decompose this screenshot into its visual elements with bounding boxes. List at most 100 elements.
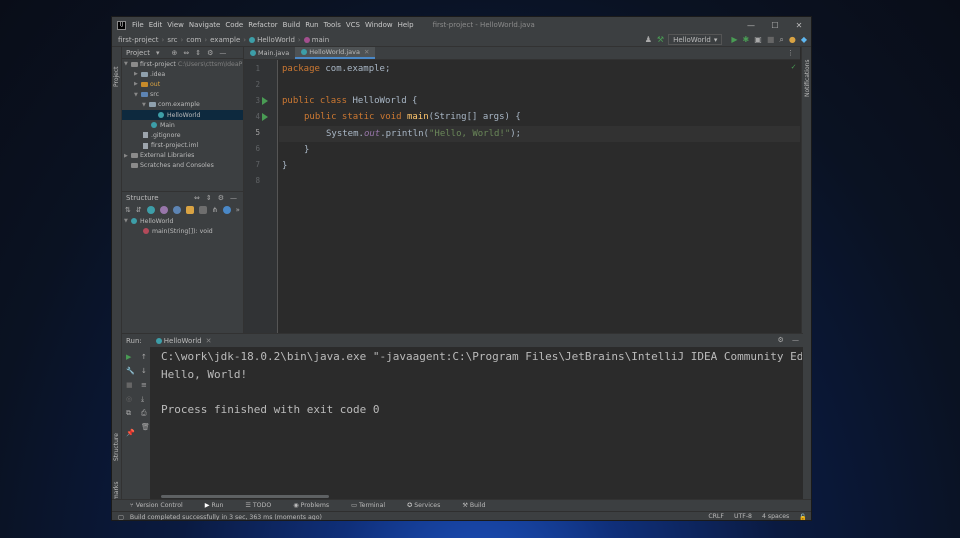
tree-item-idea[interactable]: ▶ .idea [122,69,243,79]
show-anonymous-icon[interactable] [198,205,207,214]
inspection-ok-icon[interactable]: ✓ [791,62,796,71]
breadcrumb-example[interactable]: example [210,36,240,44]
show-inherited-icon[interactable] [146,205,155,214]
up-arrow-icon[interactable]: ↑ [141,353,147,361]
stop-icon[interactable]: ■ [126,381,133,389]
coverage-icon[interactable]: ▣ [754,35,762,44]
expand-arrow-icon[interactable]: ▶ [134,71,141,77]
menu-vcs[interactable]: VCS [346,21,360,29]
menu-tools[interactable]: Tools [324,21,341,29]
expand-arrow-icon[interactable]: ▶ [124,153,131,159]
menu-file[interactable]: File [132,21,144,29]
structure-tool-tab[interactable]: Structure [113,433,120,461]
close-icon[interactable]: ✕ [787,17,811,33]
tree-item-out[interactable]: ▶ out [122,79,243,89]
soft-wrap-icon[interactable]: ≡ [141,381,147,389]
restore-layout-icon[interactable]: ⧉ [126,409,131,418]
gear-icon[interactable]: ⚙ [207,49,213,57]
breadcrumb-com[interactable]: com [186,36,201,44]
minimize-icon[interactable]: — [739,17,763,33]
expand-arrow-icon[interactable]: ▼ [134,92,141,98]
tab-helloworld-java[interactable]: HelloWorld.java ✕ [295,47,376,59]
sort-visibility-icon[interactable]: ⇵ [136,206,142,214]
show-nonpublic-icon[interactable] [172,205,181,214]
scroll-to-end-icon[interactable]: ⤓ [141,395,144,404]
menu-code[interactable]: Code [225,21,243,29]
gear-icon[interactable]: ⚙ [777,336,783,344]
debug-icon[interactable]: ✱ [743,35,750,44]
menu-run[interactable]: Run [305,21,318,29]
console-scrollbar[interactable] [161,495,329,498]
menu-build[interactable]: Build [283,21,301,29]
more-icon[interactable]: » [236,206,240,214]
maximize-icon[interactable]: ☐ [763,17,787,33]
collapse-all-icon[interactable]: ⇔ [183,49,189,57]
tab-main-java[interactable]: Main.java [244,47,295,59]
show-fields-icon[interactable] [159,205,168,214]
code-editor[interactable]: package com.example; public class HelloW… [279,60,800,333]
more-icon[interactable]: ⋮ [787,49,794,57]
sort-alpha-icon[interactable]: ⇅ [125,206,131,214]
notifications-tool-tab[interactable]: Notifications [804,59,811,97]
project-tool-tab[interactable]: Project [113,66,120,87]
menu-edit[interactable]: Edit [149,21,163,29]
line-separator[interactable]: CRLF [708,513,724,520]
wrench-icon[interactable]: 🔧 [126,367,135,375]
menu-refactor[interactable]: Refactor [248,21,277,29]
close-tab-icon[interactable]: ✕ [364,48,369,56]
stop-icon[interactable]: ■ [767,35,775,44]
tab-version-control[interactable]: ⑂ Version Control [130,502,194,509]
run-main-gutter-icon[interactable] [262,113,268,121]
expand-arrow-icon[interactable]: ▼ [124,218,131,224]
hide-icon[interactable]: — [219,49,226,57]
run-tab[interactable]: HelloWorld ✕ [155,337,212,345]
status-message[interactable]: Build completed successfully in 3 sec, 3… [130,514,322,521]
tree-item-scratches[interactable]: Scratches and Consoles [122,161,243,171]
user-icon[interactable]: ♟ [645,35,652,44]
menu-window[interactable]: Window [365,21,393,29]
close-tab-icon[interactable]: ✕ [206,337,212,345]
tree-item-src[interactable]: ▼ src [122,90,243,100]
tab-terminal[interactable]: ▭ Terminal [351,502,396,509]
rerun-icon[interactable]: ▶ [126,353,131,361]
breadcrumb-class[interactable]: HelloWorld [257,36,295,44]
tree-item-external-libraries[interactable]: ▶ External Libraries [122,151,243,161]
target-icon[interactable]: ⊕ [171,49,177,57]
print-icon[interactable]: ⎙ [141,409,147,418]
jetbrains-logo-icon[interactable]: ◆ [801,35,807,44]
lock-icon[interactable]: 🔓 [799,513,807,520]
breadcrumb-method[interactable]: main [312,36,330,44]
tab-todo[interactable]: ☰ TODO [245,502,282,509]
down-arrow-icon[interactable]: ↓ [141,367,147,375]
run-class-gutter-icon[interactable] [262,97,268,105]
breadcrumb-src[interactable]: src [167,36,177,44]
expand-icon[interactable]: ⇕ [206,194,212,202]
status-icon[interactable]: ▢ [118,514,124,521]
expand-arrow-icon[interactable]: ▼ [142,102,149,108]
filter-icon[interactable]: ⋔ [212,206,218,214]
search-icon[interactable]: ⌕ [779,35,783,45]
tree-item-iml[interactable]: first-project.iml [122,141,243,151]
collapse-icon[interactable]: ⇔ [194,194,200,202]
pin-icon[interactable]: 📌 [126,429,135,437]
expand-all-icon[interactable]: ⇕ [195,49,201,57]
autoscroll-icon[interactable] [222,205,231,214]
tab-services[interactable]: ✪ Services [407,502,451,509]
tree-item-first-project[interactable]: ▼ first-project C:\Users\cttsm\IdeaP [122,59,243,69]
hide-icon[interactable]: — [792,336,799,344]
menu-view[interactable]: View [167,21,184,29]
breadcrumb-project[interactable]: first-project [118,36,159,44]
expand-arrow-icon[interactable]: ▶ [134,81,141,87]
chevron-down-icon[interactable]: ▾ [156,49,160,57]
build-hammer-icon[interactable]: ⚒ [657,35,664,44]
tree-item-helloworld[interactable]: HelloWorld [122,109,243,121]
run-icon[interactable]: ▶ [731,35,737,44]
indent-setting[interactable]: 4 spaces [762,513,789,520]
tree-item-com-example[interactable]: ▼ com.example [122,100,243,110]
structure-item-class[interactable]: ▼ HelloWorld [122,216,243,226]
expand-arrow-icon[interactable]: ▼ [124,61,131,67]
trash-icon[interactable]: 🗑 [141,423,150,431]
project-panel-title[interactable]: Project [126,49,150,57]
update-icon[interactable]: ● [789,35,796,44]
run-config-select[interactable]: HelloWorld ▾ [668,34,723,45]
